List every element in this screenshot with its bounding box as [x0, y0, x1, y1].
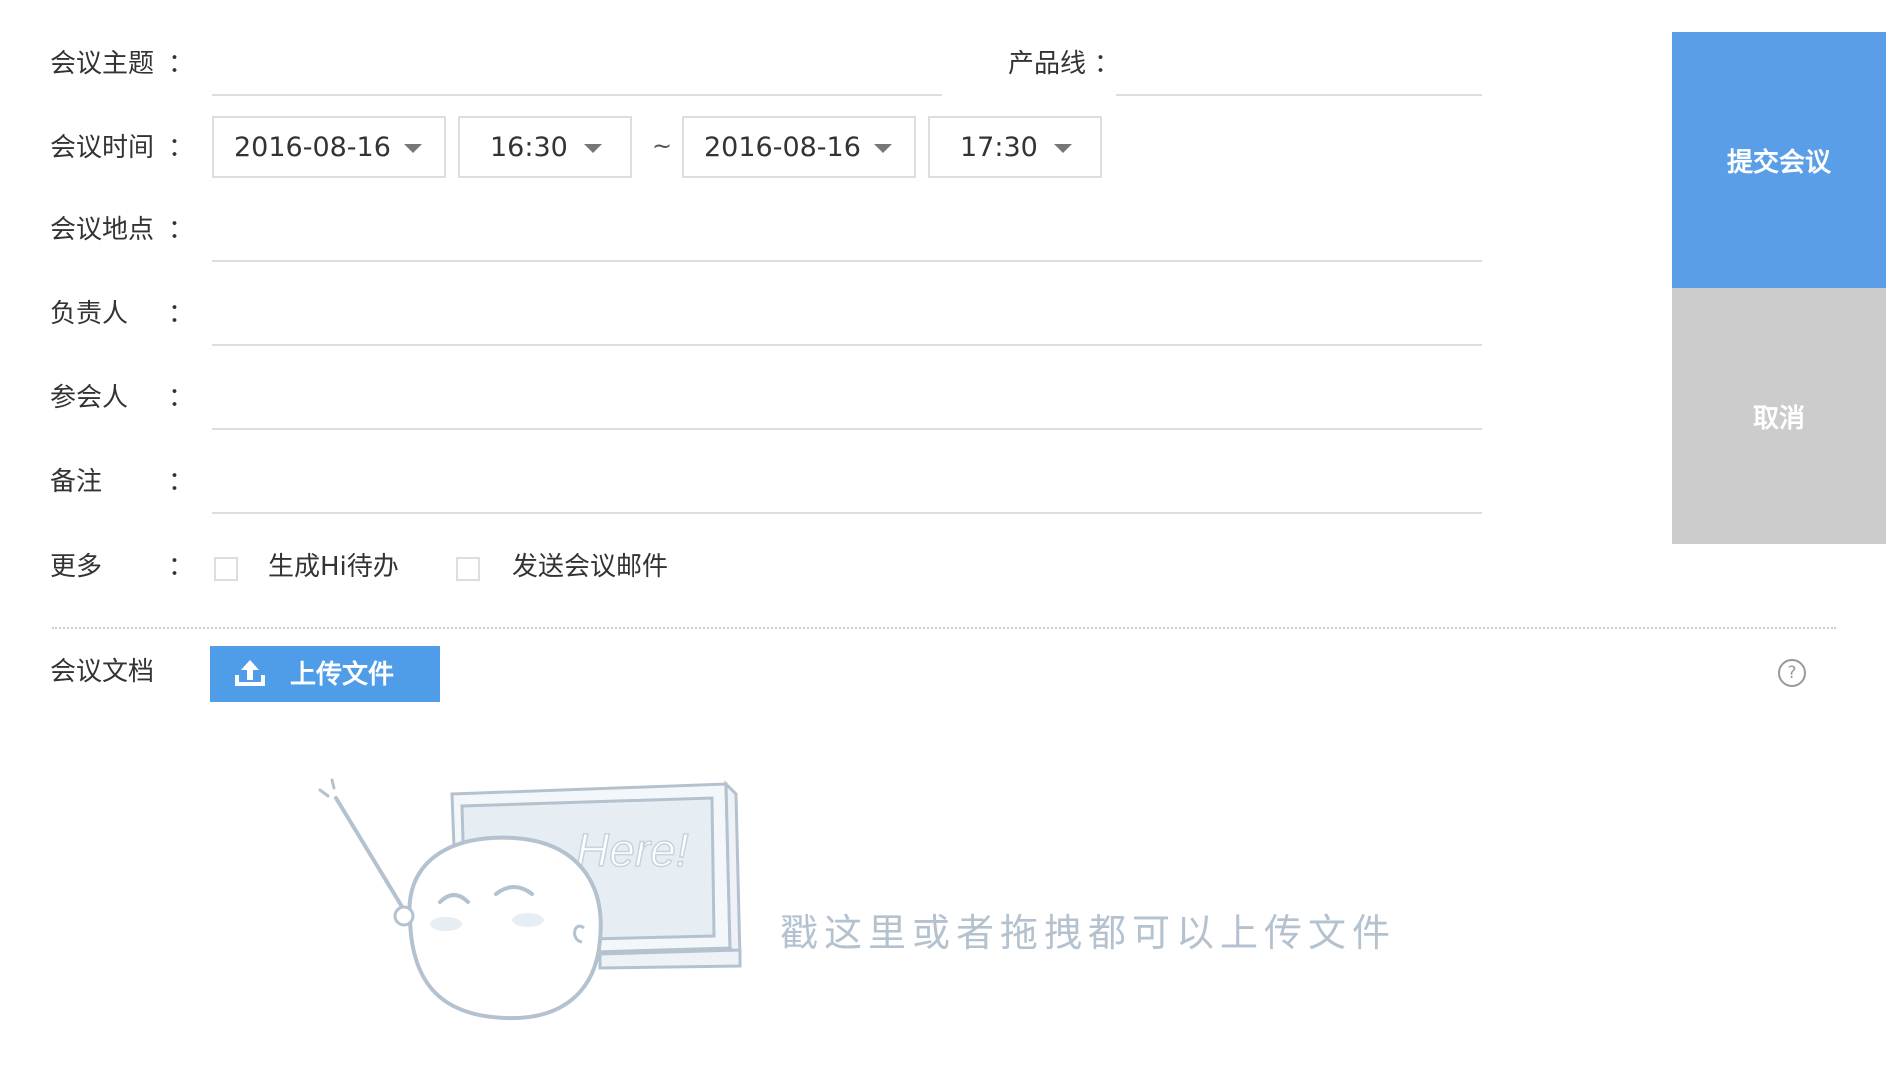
- caret-down-icon: [404, 144, 422, 153]
- more-label: 更多: [50, 552, 103, 582]
- documents-label: 会议文档: [50, 657, 155, 687]
- owner-input[interactable]: [212, 306, 1482, 346]
- start-time-value: 16:30: [490, 132, 568, 163]
- caret-down-icon: [584, 144, 602, 153]
- location-label: 会议地点: [50, 215, 155, 245]
- ghost-pointing-board-illustration: Here!: [318, 778, 742, 1021]
- start-time-select[interactable]: 16:30: [458, 116, 632, 178]
- time-range-separator: ~: [652, 132, 673, 160]
- end-time-value: 17:30: [960, 132, 1038, 163]
- topic-colon: ：: [168, 49, 195, 79]
- product-line-input[interactable]: [1116, 56, 1482, 96]
- cancel-label: 取消: [1752, 403, 1805, 434]
- cancel-button[interactable]: 取消: [1672, 288, 1886, 544]
- caret-down-icon: [1054, 144, 1072, 153]
- attendees-input[interactable]: [212, 390, 1482, 430]
- end-date-select[interactable]: 2016-08-16: [682, 116, 916, 178]
- upload-arrow-icon: [232, 657, 268, 694]
- topic-input[interactable]: [212, 56, 942, 96]
- start-date-value: 2016-08-16: [234, 132, 391, 163]
- section-divider: [52, 627, 1836, 629]
- end-date-value: 2016-08-16: [704, 132, 861, 163]
- more-colon: ：: [168, 552, 195, 582]
- hi-todo-checkbox[interactable]: [214, 557, 238, 581]
- upload-file-button[interactable]: 上传文件: [210, 646, 440, 702]
- location-colon: ：: [168, 215, 195, 245]
- product-line-label: 产品线: [1008, 49, 1087, 79]
- owner-label: 负责人: [50, 299, 129, 329]
- board-text: Here!: [576, 824, 689, 876]
- submit-meeting-label: 提交会议: [1726, 147, 1831, 178]
- notes-label: 备注: [50, 467, 103, 497]
- end-time-select[interactable]: 17:30: [928, 116, 1102, 178]
- question-circle-icon[interactable]: ?: [1778, 659, 1806, 687]
- attendees-label: 参会人: [50, 383, 129, 413]
- topic-label: 会议主题: [50, 49, 155, 79]
- notes-colon: ：: [168, 467, 195, 497]
- start-date-select[interactable]: 2016-08-16: [212, 116, 446, 178]
- drop-hint-text: 戳这里或者拖拽都可以上传文件: [780, 911, 1397, 955]
- attendees-colon: ：: [168, 383, 195, 413]
- send-email-checkbox[interactable]: [456, 557, 480, 581]
- location-input[interactable]: [212, 222, 1482, 262]
- time-colon: ：: [168, 133, 195, 163]
- hi-todo-label[interactable]: 生成Hi待办: [268, 551, 399, 583]
- time-label: 会议时间: [50, 133, 155, 163]
- caret-down-icon: [874, 144, 892, 153]
- submit-meeting-button[interactable]: 提交会议: [1672, 32, 1886, 288]
- owner-colon: ：: [168, 299, 195, 329]
- upload-file-label: 上传文件: [290, 659, 395, 689]
- file-drop-zone[interactable]: Here! 戳这里或者拖拽都可以上传文件: [300, 770, 1480, 1030]
- send-email-label[interactable]: 发送会议邮件: [512, 551, 668, 583]
- notes-input[interactable]: [212, 474, 1482, 514]
